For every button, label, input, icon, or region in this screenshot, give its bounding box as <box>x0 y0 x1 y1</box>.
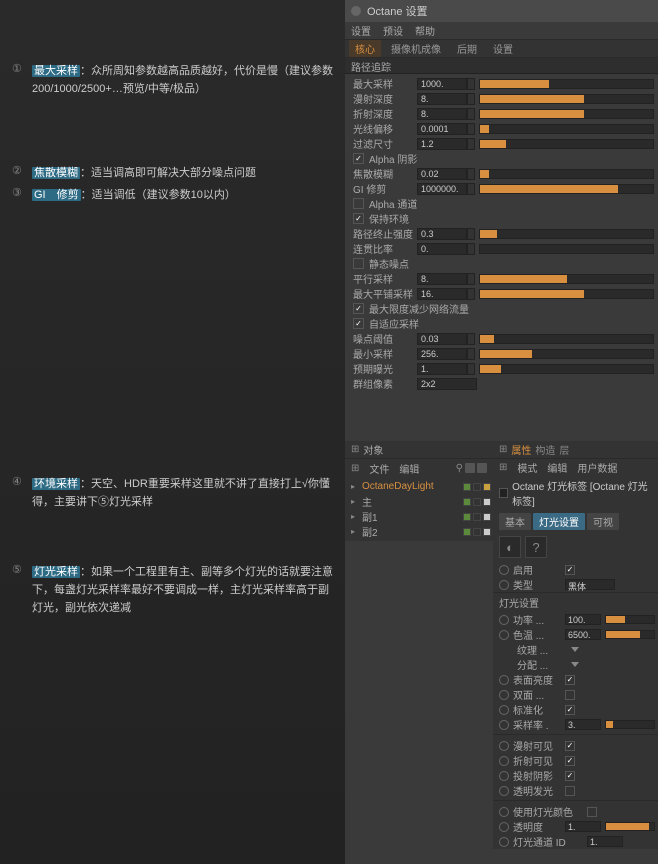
slider-maxsamples[interactable] <box>479 79 654 89</box>
lbl-samplerate: 采样率 . <box>513 717 561 732</box>
note-3: GI 修剪：适当调低（建议参数10以内） <box>32 186 333 204</box>
objects-panel: ⊞对象 ⊞ 文件 编辑 ⚲ ▸OctaneDayLight ▸主 ▸副1 ▸副2 <box>345 441 493 541</box>
attr-menu-user[interactable]: 用户数据 <box>577 460 617 475</box>
lbl-maxsamples: 最大采样 <box>349 76 417 91</box>
attr-menu-edit[interactable]: 编辑 <box>547 460 567 475</box>
obj-row-sub2[interactable]: ▸副2 <box>347 524 491 539</box>
chk-static[interactable] <box>353 258 364 269</box>
menu-settings[interactable]: 设置 <box>351 23 371 38</box>
tag-icon <box>499 488 508 498</box>
obj-menu-file[interactable]: 文件 <box>369 461 389 476</box>
obj-row-daylight[interactable]: ▸OctaneDayLight <box>347 479 491 494</box>
help-icon[interactable]: ? <box>525 536 547 558</box>
tabbar: 核心 摄像机成像 后期 设置 <box>345 40 658 58</box>
search-icon[interactable]: ⚲ <box>456 463 463 474</box>
atab-basic[interactable]: 基本 <box>499 513 531 530</box>
note-num-2: ② <box>12 164 26 177</box>
sect-lightsettings: 灯光设置 <box>493 592 658 612</box>
dropdown-icon[interactable] <box>571 662 579 667</box>
params-group-1: 最大采样1000. 漫射深度8. 折射深度8. 光线偏移0.0001 过滤尺寸1… <box>345 74 658 393</box>
chk-enable[interactable] <box>565 565 575 575</box>
note-2: 焦散模糊：适当调高即可解决大部分噪点问题 <box>32 164 333 182</box>
chk-keepenv[interactable] <box>353 213 364 224</box>
section-pathtracing: 路径追踪 <box>345 58 658 74</box>
obj-menu-edit[interactable]: 编辑 <box>399 461 419 476</box>
dropdown-icon[interactable] <box>571 647 579 652</box>
app-icon <box>351 6 361 16</box>
val-maxsamples[interactable]: 1000. <box>417 78 467 90</box>
note-4: 环境采样：天空、HDR重要采样这里就不讲了直接打上√你懂得，主要讲下⑤灯光采样 <box>32 475 333 511</box>
obj-row-main[interactable]: ▸主 <box>347 494 491 509</box>
obj-row-sub1[interactable]: ▸副1 <box>347 509 491 524</box>
annotation-panel: ① 最大采样：众所周知参数越高品质越好，代价是慢（建议参数200/1000/25… <box>0 0 345 864</box>
tab-camera[interactable]: 摄像机成像 <box>385 40 447 57</box>
menu-help[interactable]: 帮助 <box>415 23 435 38</box>
note-1: 最大采样：众所周知参数越高品质越好，代价是慢（建议参数200/1000/2500… <box>32 62 333 98</box>
attributes-panel: ⊞属性构造层 ⊞ 模式 编辑 用户数据 Octane 灯光标签 [Octane … <box>493 441 658 849</box>
lbl-caustic: 焦散模糊 <box>349 166 417 181</box>
render-icon[interactable]: ◐ <box>499 536 521 558</box>
note-num-1: ① <box>12 62 26 75</box>
note-num-3: ③ <box>12 186 26 199</box>
atab-light[interactable]: 灯光设置 <box>533 513 585 530</box>
menubar: 设置 预设 帮助 <box>345 22 658 40</box>
chk-alphashadow[interactable] <box>353 153 364 164</box>
chk-alphach[interactable] <box>353 198 364 209</box>
attr-menu-mode[interactable]: 模式 <box>517 460 537 475</box>
lbl-giclip: GI 修剪 <box>349 181 417 196</box>
note-num-4: ④ <box>12 475 26 488</box>
note-5: 灯光采样：如果一个工程里有主、副等多个灯光的话就要注意下，每盏灯光采样率最好不要… <box>32 563 333 617</box>
tab-config[interactable]: 设置 <box>487 40 519 57</box>
tab-core[interactable]: 核心 <box>349 40 381 57</box>
attr-title: 属性 <box>511 442 531 457</box>
tab-post[interactable]: 后期 <box>451 40 483 57</box>
menu-presets[interactable]: 预设 <box>383 23 403 38</box>
sel-grouppx[interactable]: 2x2 <box>417 378 477 390</box>
val-power[interactable]: 100. <box>565 614 601 625</box>
window-titlebar[interactable]: Octane 设置 <box>345 0 658 22</box>
window-title: Octane 设置 <box>367 3 428 19</box>
filter-icon[interactable] <box>477 463 487 473</box>
sel-type[interactable]: 黑体 <box>565 579 615 590</box>
val-temp[interactable]: 6500. <box>565 629 601 640</box>
objects-title: 对象 <box>363 442 383 457</box>
atab-visible[interactable]: 可视 <box>587 513 619 530</box>
note-num-5: ⑤ <box>12 563 26 576</box>
view-icon[interactable] <box>465 463 475 473</box>
spin[interactable] <box>467 78 475 90</box>
